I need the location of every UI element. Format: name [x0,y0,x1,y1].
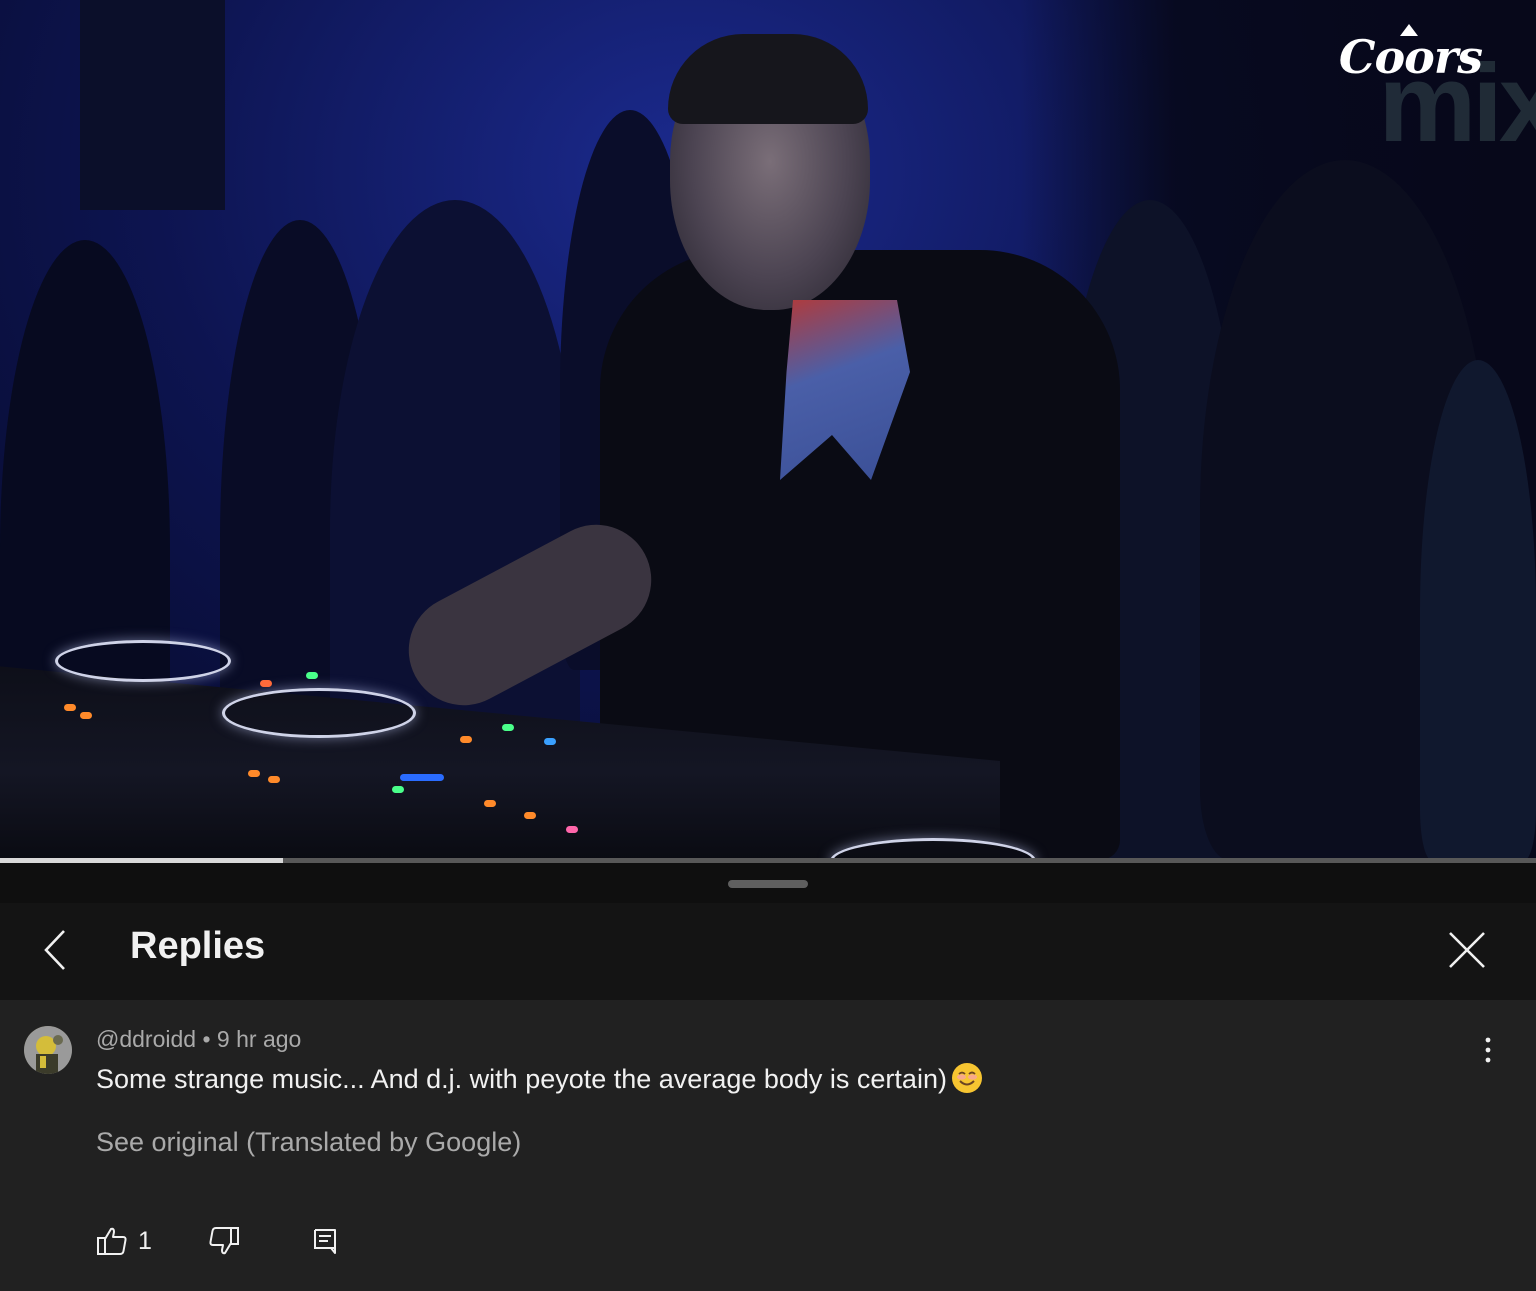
jog-wheel [222,688,416,738]
like-count: 1 [138,1226,152,1255]
brand-logo: Coors [1338,30,1483,84]
like-button[interactable]: 1 [96,1224,152,1258]
controller-led [460,736,472,743]
controller-led [80,712,92,719]
jog-wheel [55,640,231,682]
dislike-button[interactable] [208,1224,240,1258]
avatar-image [24,1026,72,1074]
meta-separator: • [202,1026,211,1052]
controller-led [484,800,496,807]
close-icon [1449,932,1485,968]
comment-icon [314,1229,336,1254]
comment-time: 9 hr ago [216,1026,302,1052]
dj-hair [668,34,868,124]
controller-led [248,770,260,777]
more-options-button[interactable] [1476,1036,1500,1066]
video-pillar [80,0,225,210]
back-button[interactable] [36,925,80,975]
controller-led [268,776,280,783]
chevron-left-icon [44,930,65,970]
controller-led [64,704,76,711]
controller-led [400,774,444,781]
comment-body: Some strange music... And d.j. with peyo… [96,1062,983,1095]
drag-handle[interactable] [728,880,808,888]
thumbs-up-icon [97,1227,127,1255]
more-vert-icon [1485,1037,1491,1063]
thumbs-down-icon [209,1227,239,1255]
replies-sheet: Replies @ddroidd • 9 hr ago Some strange [0,863,1536,1291]
sheet-header: Replies [0,903,1536,1000]
comment-author[interactable]: @ddroidd [96,1026,196,1052]
controller-led [392,786,404,793]
controller-led [524,812,536,819]
smiling-face-emoji [951,1063,982,1093]
controller-led [566,826,578,833]
avatar[interactable] [24,1026,72,1074]
comment-meta: @ddroidd • 9 hr ago [96,1026,301,1053]
close-button[interactable] [1446,929,1488,971]
controller-led [544,738,556,745]
controller-led [502,724,514,731]
see-original-link[interactable]: See original (Translated by Google) [96,1127,521,1158]
comment-text: Some strange music... And d.j. with peyo… [96,1064,947,1094]
sheet-title: Replies [130,925,266,967]
controller-led [306,672,318,679]
comment-item: @ddroidd • 9 hr ago Some strange music..… [0,1000,1536,1291]
crowd-person [1420,360,1536,860]
video-player[interactable]: mix Coors [0,0,1536,860]
controller-led [260,680,272,687]
reply-button[interactable] [312,1224,338,1258]
